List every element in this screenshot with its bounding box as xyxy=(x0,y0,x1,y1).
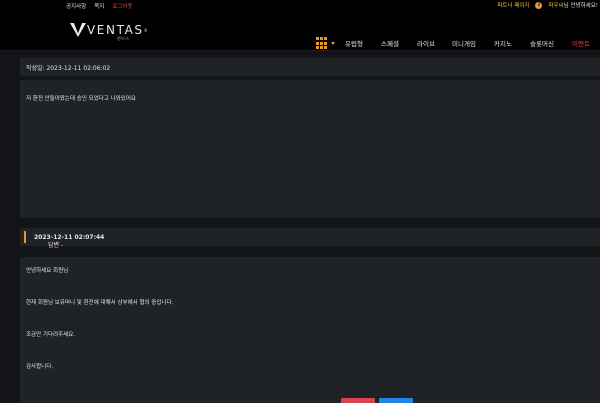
user-greeting: 파우씨님 안녕하세요! xyxy=(548,1,598,9)
messages-link[interactable]: 쪽지 xyxy=(94,2,104,10)
user-info-icon: i xyxy=(535,1,543,9)
nav-slot[interactable]: 슬롯머신 xyxy=(530,38,554,48)
logo-registered: ® xyxy=(143,27,148,33)
answer-label: 답변 - xyxy=(48,242,64,249)
all-menu-grid-icon[interactable] xyxy=(316,37,329,50)
greeting-text: 님 안녕하세요! xyxy=(563,3,598,9)
site-logo[interactable]: VENTAS ® 벤타스 xyxy=(70,23,148,41)
answer-date: 2023-12-11 02:07:44 xyxy=(34,234,105,241)
top-right: 파트너 페이지 i 파우씨님 안녕하세요! xyxy=(497,1,598,9)
answer-header: 답변 - 2023-12-11 02:07:44 xyxy=(20,228,600,249)
delete-button[interactable] xyxy=(341,398,375,403)
question-body: 저 환전 안들어왔는데 승인 되었다고 나와있어요 xyxy=(20,80,600,218)
nav-casino[interactable]: 카지노 xyxy=(494,38,512,48)
partner-page-link[interactable]: 파트너 페이지 xyxy=(497,1,529,9)
answer-line: 현재 회원님 보유머니 및 환전에 대해서 상부에서 협의 중입니다. xyxy=(26,300,174,306)
nav-special[interactable]: 스페셜 xyxy=(381,38,399,48)
logo-mark-icon xyxy=(70,23,86,37)
main-header: VENTAS ® 벤타스 유럽형 스페셜 라이브 미니게임 카지노 슬롯머신 이벤… xyxy=(0,12,600,51)
chevron-down-icon[interactable] xyxy=(331,42,335,45)
question-text: 저 환전 안들어왔는데 승인 되었다고 나와있어요 xyxy=(26,96,136,102)
top-utility-bar: 공지사항 쪽지 로그아웃 파트너 페이지 i 파우씨님 안녕하세요! xyxy=(0,0,600,12)
logo-subtitle: 벤타스 xyxy=(117,36,130,41)
answer-line: 조금만 기다려주세요. xyxy=(26,332,76,338)
answer-line: 안녕하세요 회원님 xyxy=(26,268,69,274)
answer-body: 안녕하세요 회원님 현재 회원님 보유머니 및 환전에 대해서 상부에서 협의 … xyxy=(20,257,600,403)
answer-title: 답변 - 2023-12-11 02:07:44 xyxy=(34,234,105,249)
logo-text: VENTAS xyxy=(87,23,144,37)
post-date-row: 작성일: 2023-12-11 02:06:02 xyxy=(20,58,600,76)
answer-line: 감사합니다. xyxy=(26,364,54,370)
post-date: 작성일: 2023-12-11 02:06:02 xyxy=(26,65,111,72)
nav-event[interactable]: 이벤트 xyxy=(572,38,590,48)
user-name: 파우씨 xyxy=(548,3,564,9)
nav-minigame[interactable]: 미니게임 xyxy=(452,38,476,48)
logout-link[interactable]: 로그아웃 xyxy=(112,2,132,10)
notice-link[interactable]: 공지사항 xyxy=(66,2,86,10)
list-button[interactable] xyxy=(379,398,413,403)
answer-accent-bar xyxy=(24,231,26,243)
top-links: 공지사항 쪽지 로그아웃 xyxy=(66,2,133,10)
nav-european[interactable]: 유럽형 xyxy=(345,38,363,48)
nav-live[interactable]: 라이브 xyxy=(417,38,435,48)
